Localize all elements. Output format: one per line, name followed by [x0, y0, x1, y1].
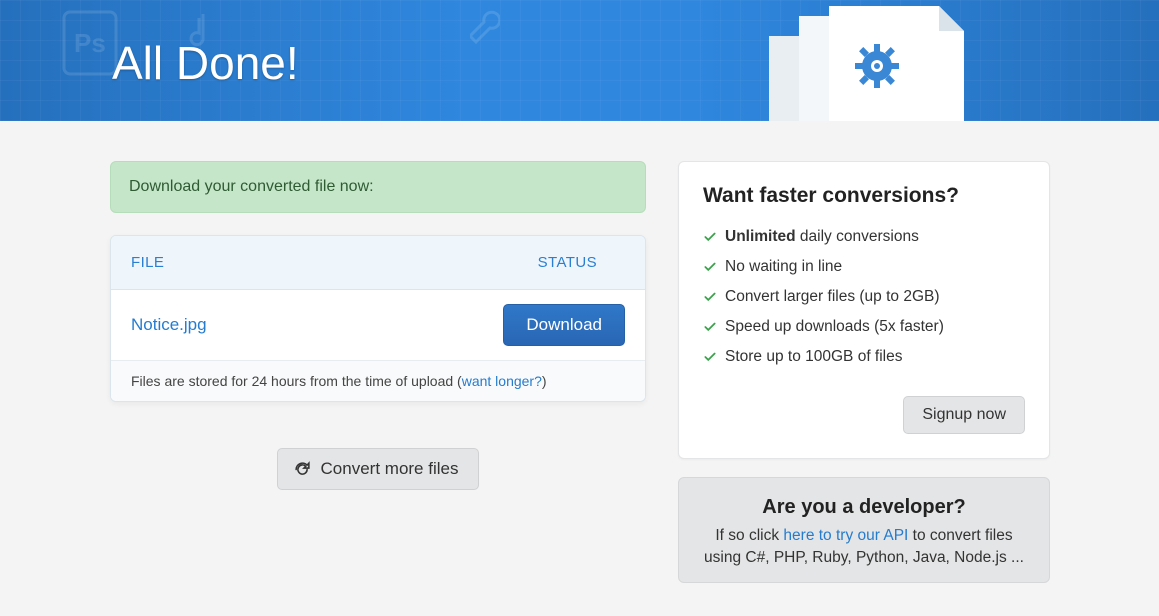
check-icon — [703, 290, 717, 304]
files-table: FILE STATUS Notice.jpg Download Files ar… — [110, 235, 646, 402]
doodle-wrench-icon — [470, 8, 500, 48]
signup-button[interactable]: Signup now — [903, 396, 1025, 434]
success-alert: Download your converted file now: — [110, 161, 646, 213]
upsell-title: Want faster conversions? — [703, 184, 1025, 208]
developer-text-prefix: If so click — [715, 527, 783, 544]
api-link[interactable]: here to try our API — [783, 527, 908, 544]
list-item: Convert larger files (up to 2GB) — [703, 282, 1025, 312]
check-icon — [703, 260, 717, 274]
table-footer: Files are stored for 24 hours from the t… — [111, 361, 645, 401]
list-item: Speed up downloads (5x faster) — [703, 312, 1025, 342]
convert-more-button[interactable]: Convert more files — [277, 448, 480, 490]
list-item: No waiting in line — [703, 252, 1025, 282]
developer-card: Are you a developer? If so click here to… — [678, 477, 1050, 583]
doodle-ps-icon: Ps — [60, 8, 120, 78]
table-row: Notice.jpg Download — [111, 290, 645, 361]
want-longer-link[interactable]: want longer? — [462, 373, 542, 389]
check-icon — [703, 230, 717, 244]
download-button[interactable]: Download — [503, 304, 625, 346]
check-icon — [703, 350, 717, 364]
check-icon — [703, 320, 717, 334]
developer-title: Are you a developer? — [699, 496, 1029, 519]
col-file: FILE — [131, 254, 164, 271]
doodle-music-icon — [185, 10, 215, 50]
list-item: Store up to 100GB of files — [703, 342, 1025, 372]
retention-text: Files are stored for 24 hours from the t… — [131, 373, 462, 389]
svg-text:Ps: Ps — [74, 28, 106, 58]
feature-list: Unlimited daily conversions No waiting i… — [703, 222, 1025, 372]
list-item: Unlimited daily conversions — [703, 222, 1025, 252]
file-link[interactable]: Notice.jpg — [131, 315, 207, 335]
refresh-icon — [294, 461, 311, 478]
hero-banner: All Done! — [0, 0, 1159, 121]
table-header: FILE STATUS — [111, 236, 645, 290]
col-status: STATUS — [538, 254, 597, 271]
hero-illustration — [749, 6, 999, 121]
convert-more-label: Convert more files — [321, 459, 459, 479]
upsell-card: Want faster conversions? Unlimited daily… — [678, 161, 1050, 459]
